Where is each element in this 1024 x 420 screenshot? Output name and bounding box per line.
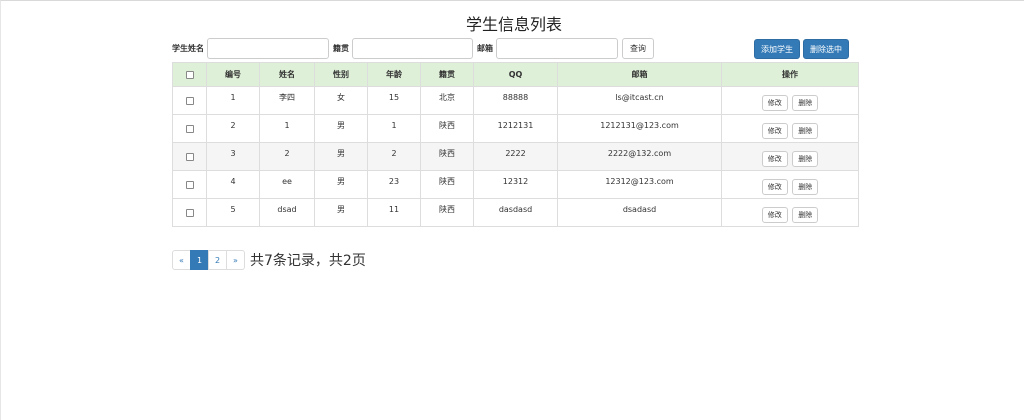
delete-button[interactable]: 删除 [792,94,819,111]
cell-id: 3 [206,142,260,171]
page-1-button[interactable]: 1 [190,250,209,270]
row-select-cell[interactable] [172,198,207,227]
query-button[interactable]: 查询 [622,37,654,59]
edit-button[interactable]: 修改 [761,94,788,111]
email-label: 邮箱 [477,43,493,53]
table-header-row: 编号 姓名 性别 年龄 籍贯 QQ 邮箱 操作 [172,62,859,87]
cell-email: 12312@123.com [557,170,722,199]
table-row: 4 ee 男 23 陕西 12312 12312@123.com 修改 删除 [172,170,859,199]
record-summary: 共7条记录，共2页 [250,253,366,269]
edit-button[interactable]: 修改 [761,122,788,139]
cell-age: 23 [367,170,421,199]
cell-qq: 1212131 [473,114,558,143]
header-qq: QQ [473,62,558,87]
page-title: 学生信息列表 [465,15,562,34]
origin-label: 籍贯 [333,43,349,53]
delete-button[interactable]: 删除 [792,178,819,195]
cell-age: 15 [367,86,421,115]
cell-actions: 修改 删除 [721,142,859,171]
cell-origin: 陕西 [420,114,474,143]
toolbar: 添加学生 删除选中 [754,39,849,59]
select-all-cell[interactable] [172,62,207,87]
cell-actions: 修改 删除 [721,114,859,143]
next-page-button[interactable]: » [226,250,245,270]
row-checkbox[interactable] [185,96,194,105]
header-age: 年龄 [367,62,421,87]
cell-age: 2 [367,142,421,171]
cell-age: 1 [367,114,421,143]
cell-name: 李四 [259,86,315,115]
cell-gender: 男 [314,142,368,171]
cell-name: 1 [259,114,315,143]
cell-qq: dasdasd [473,198,558,227]
cell-gender: 男 [314,114,368,143]
cell-id: 2 [206,114,260,143]
row-select-cell[interactable] [172,170,207,199]
header-name: 姓名 [259,62,315,87]
header-id: 编号 [206,62,260,87]
delete-button[interactable]: 删除 [792,122,819,139]
cell-gender: 男 [314,170,368,199]
cell-name: ee [259,170,315,199]
edit-button[interactable]: 修改 [761,206,788,223]
search-form: 学生姓名 籍贯 邮箱 查询 [172,37,654,59]
cell-id: 4 [206,170,260,199]
cell-email: dsadasd [557,198,722,227]
row-select-cell[interactable] [172,86,207,115]
select-all-checkbox[interactable] [185,70,194,79]
email-input[interactable] [496,37,618,59]
cell-name: 2 [259,142,315,171]
delete-button[interactable]: 删除 [792,150,819,167]
row-checkbox[interactable] [185,152,194,161]
pagination: « 1 2 » 共7条记录，共2页 [172,250,366,270]
cell-gender: 女 [314,86,368,115]
cell-email: 1212131@123.com [557,114,722,143]
cell-actions: 修改 删除 [721,198,859,227]
table-row: 5 dsad 男 11 陕西 dasdasd dsadasd 修改 删除 [172,198,859,227]
row-checkbox[interactable] [185,124,194,133]
cell-name: dsad [259,198,315,227]
origin-input[interactable] [352,37,473,59]
student-table: 编号 姓名 性别 年龄 籍贯 QQ 邮箱 操作 1 李四 女 15 北京 888… [172,62,859,227]
edit-button[interactable]: 修改 [761,178,788,195]
cell-actions: 修改 删除 [721,86,859,115]
add-student-button[interactable]: 添加学生 [754,39,800,59]
cell-id: 1 [206,86,260,115]
cell-email: ls@itcast.cn [557,86,722,115]
table-row: 3 2 男 2 陕西 2222 2222@132.com 修改 删除 [172,142,859,171]
cell-gender: 男 [314,198,368,227]
cell-origin: 陕西 [420,198,474,227]
cell-email: 2222@132.com [557,142,722,171]
cell-qq: 12312 [473,170,558,199]
edit-button[interactable]: 修改 [761,150,788,167]
name-input[interactable] [207,37,329,59]
cell-age: 11 [367,198,421,227]
cell-origin: 北京 [420,86,474,115]
header-actions: 操作 [721,62,859,87]
page-2-button[interactable]: 2 [208,250,227,270]
table-row: 2 1 男 1 陕西 1212131 1212131@123.com 修改 删除 [172,114,859,143]
row-select-cell[interactable] [172,142,207,171]
table-row: 1 李四 女 15 北京 88888 ls@itcast.cn 修改 删除 [172,86,859,115]
cell-actions: 修改 删除 [721,170,859,199]
cell-qq: 2222 [473,142,558,171]
cell-origin: 陕西 [420,170,474,199]
delete-button[interactable]: 删除 [792,206,819,223]
header-gender: 性别 [314,62,368,87]
header-email: 邮箱 [557,62,722,87]
name-label: 学生姓名 [172,43,204,53]
row-select-cell[interactable] [172,114,207,143]
prev-page-button[interactable]: « [172,250,191,270]
cell-id: 5 [206,198,260,227]
row-checkbox[interactable] [185,180,194,189]
cell-qq: 88888 [473,86,558,115]
row-checkbox[interactable] [185,208,194,217]
cell-origin: 陕西 [420,142,474,171]
header-origin: 籍贯 [420,62,474,87]
delete-selected-button[interactable]: 删除选中 [803,39,849,59]
